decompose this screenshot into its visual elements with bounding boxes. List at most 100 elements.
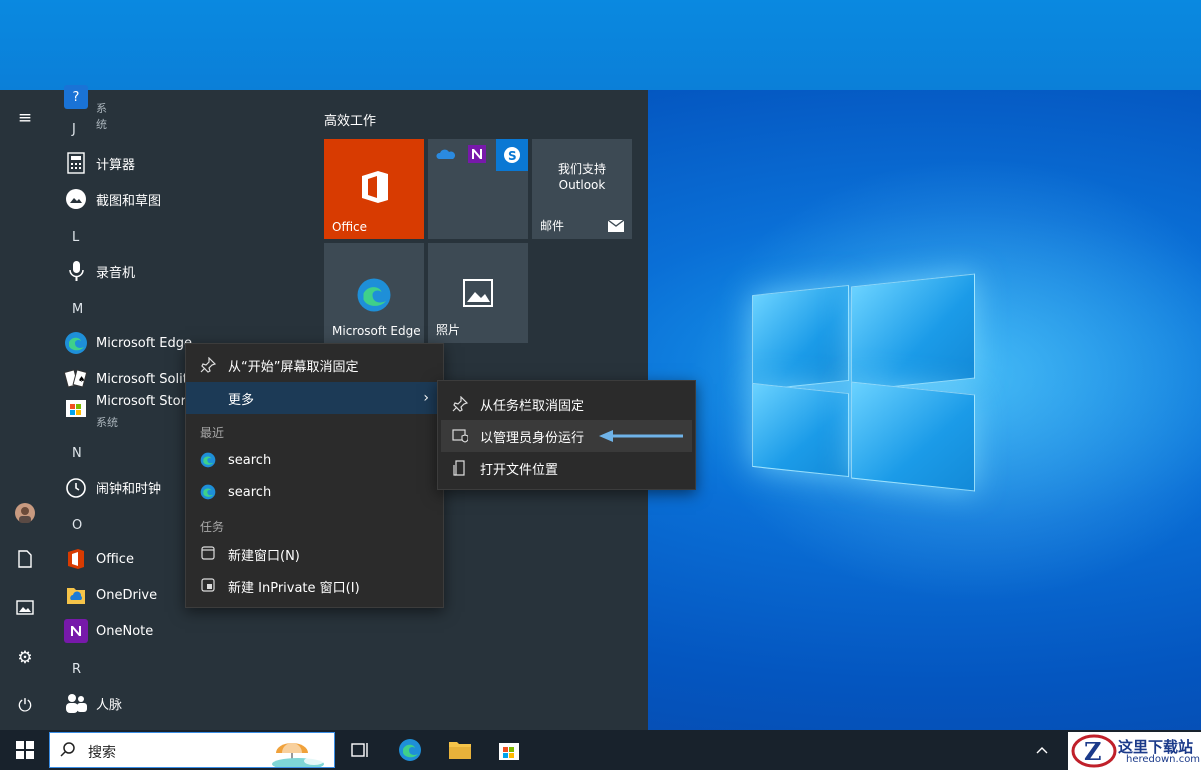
mail-icon: [608, 220, 624, 232]
taskbar-store[interactable]: [495, 736, 523, 764]
app-item-label: 截图和草图: [96, 193, 162, 209]
letter-header-j[interactable]: J: [72, 122, 76, 137]
tile-label: Microsoft Edge: [332, 324, 421, 338]
recent-header: 最近: [200, 426, 225, 440]
edge-icon: [64, 331, 88, 355]
shield-icon: [452, 428, 469, 444]
solitaire-icon: ♠: [64, 367, 88, 391]
letter-header-o[interactable]: O: [72, 518, 82, 533]
onedrive-icon: [64, 583, 88, 607]
edge-icon: [200, 484, 216, 500]
menu-item-label: search: [228, 452, 272, 468]
skype-icon: S: [496, 139, 528, 171]
menu-item-run-as-admin[interactable]: 以管理员身份运行: [441, 420, 692, 452]
app-item-onenote[interactable]: OneNote: [64, 616, 153, 646]
tile-productivity-folder[interactable]: S: [428, 139, 528, 239]
tile-mail[interactable]: 我们支持 Outlook 邮件: [532, 139, 632, 239]
calculator-icon: [64, 151, 88, 175]
app-item-snip-sketch[interactable]: 截图和草图: [64, 184, 161, 214]
letter-header-l[interactable]: L: [72, 230, 79, 245]
app-item-label: Microsoft Store: [96, 393, 194, 409]
taskbar-file-explorer[interactable]: [446, 736, 474, 764]
letter-header-r[interactable]: R: [72, 662, 81, 677]
tile-group-title[interactable]: 高效工作: [324, 110, 376, 129]
app-item-edge[interactable]: Microsoft Edge: [64, 328, 192, 358]
menu-item-open-location[interactable]: 打开文件位置: [438, 452, 695, 484]
tile-office[interactable]: Office: [324, 139, 424, 239]
app-item-store[interactable]: Microsoft Store 系统: [64, 392, 194, 429]
watermark-logo: Z 这里下载站 heredown.com: [1068, 732, 1201, 770]
tile-photos[interactable]: 照片: [428, 243, 528, 343]
app-item-calculator[interactable]: 计算器: [64, 148, 135, 178]
app-item-alarms-clock[interactable]: 闹钟和时钟: [64, 472, 161, 502]
tray-chevron-up-icon[interactable]: [1028, 736, 1056, 764]
app-item-label: 计算器: [96, 157, 136, 173]
hamburger-menu-icon[interactable]: ≡: [13, 106, 37, 130]
search-icon: [60, 741, 76, 761]
onenote-icon: [468, 145, 486, 163]
app-item-system[interactable]: ? 系统: [64, 82, 107, 131]
unpin-icon: [200, 356, 217, 373]
taskbar: 搜索: [0, 730, 1201, 770]
unpin-icon: [452, 395, 469, 412]
mail-tile-line1: 我们支持: [557, 162, 606, 176]
search-highlight-illustration: [272, 743, 324, 767]
windows-icon: [16, 741, 34, 759]
app-item-solitaire[interactable]: ♠ Microsoft Solita: [64, 364, 196, 394]
app-item-voice-recorder[interactable]: 录音机: [64, 256, 135, 286]
menu-item-new-inprivate[interactable]: 新建 InPrivate 窗口(I): [186, 570, 443, 602]
watermark-z-icon: Z: [1071, 734, 1117, 768]
context-menu: 从“开始”屏幕取消固定 更多 › 最近 search search 任务 新建窗…: [185, 343, 444, 608]
tile-label: Office: [332, 220, 368, 234]
menu-item-more[interactable]: 更多 ›: [186, 382, 443, 414]
menu-item-label: 以管理员身份运行: [480, 430, 585, 446]
letter-header-m[interactable]: M: [72, 302, 83, 317]
letter-header-n[interactable]: N: [72, 446, 82, 461]
app-item-office[interactable]: Office: [64, 544, 134, 574]
power-icon[interactable]: ⏻: [13, 694, 37, 718]
app-item-label: 录音机: [96, 265, 136, 281]
app-item-label: 人脉: [96, 697, 123, 713]
menu-item-unpin-start[interactable]: 从“开始”屏幕取消固定: [186, 349, 443, 381]
tile-label: 照片: [436, 323, 461, 337]
tile-edge[interactable]: Microsoft Edge: [324, 243, 424, 343]
taskbar-search-box[interactable]: 搜索: [49, 732, 335, 768]
menu-item-label: 新建窗口(N): [228, 548, 300, 564]
app-item-people[interactable]: 人脉: [64, 688, 122, 718]
pictures-icon[interactable]: [13, 598, 37, 622]
recent-item[interactable]: search: [186, 476, 443, 508]
documents-icon[interactable]: [13, 550, 37, 574]
recent-item[interactable]: search: [186, 444, 443, 476]
tile-label: 邮件: [540, 219, 565, 233]
window-icon: [200, 546, 216, 562]
start-left-rail: ≡ ⚙ ⏻: [0, 90, 50, 730]
app-item-onedrive[interactable]: OneDrive: [64, 580, 157, 610]
search-placeholder: 搜索: [88, 745, 116, 761]
settings-gear-icon[interactable]: ⚙: [13, 646, 37, 670]
app-item-label: Microsoft Edge: [96, 335, 193, 351]
help-icon: ?: [64, 85, 88, 109]
menu-item-label: 新建 InPrivate 窗口(I): [228, 580, 360, 596]
app-item-label: Office: [96, 551, 134, 567]
wallpaper-top: [0, 0, 1201, 90]
taskbar-edge[interactable]: [396, 736, 424, 764]
snip-sketch-icon: [64, 187, 88, 211]
photos-icon: [463, 279, 493, 307]
office-icon: [362, 171, 388, 203]
menu-item-unpin-taskbar[interactable]: 从任务栏取消固定: [438, 388, 695, 420]
user-avatar[interactable]: [13, 502, 37, 526]
task-view-button[interactable]: [346, 736, 374, 764]
svg-text:Z: Z: [1084, 737, 1102, 766]
windows-logo-wallpaper: [752, 272, 975, 500]
edge-icon: [399, 739, 421, 761]
submenu-more: 从任务栏取消固定 以管理员身份运行 打开文件位置: [437, 380, 696, 490]
task-view-icon: [351, 743, 368, 757]
start-button[interactable]: [11, 736, 39, 764]
app-item-label: Microsoft Solita: [96, 371, 196, 387]
menu-item-new-window[interactable]: 新建窗口(N): [186, 538, 443, 570]
watermark-url: heredown.com: [1126, 754, 1201, 765]
edge-icon: [357, 278, 391, 312]
app-item-label: OneNote: [96, 623, 154, 639]
menu-item-label: 从任务栏取消固定: [480, 398, 585, 414]
app-item-label: OneDrive: [96, 587, 158, 603]
